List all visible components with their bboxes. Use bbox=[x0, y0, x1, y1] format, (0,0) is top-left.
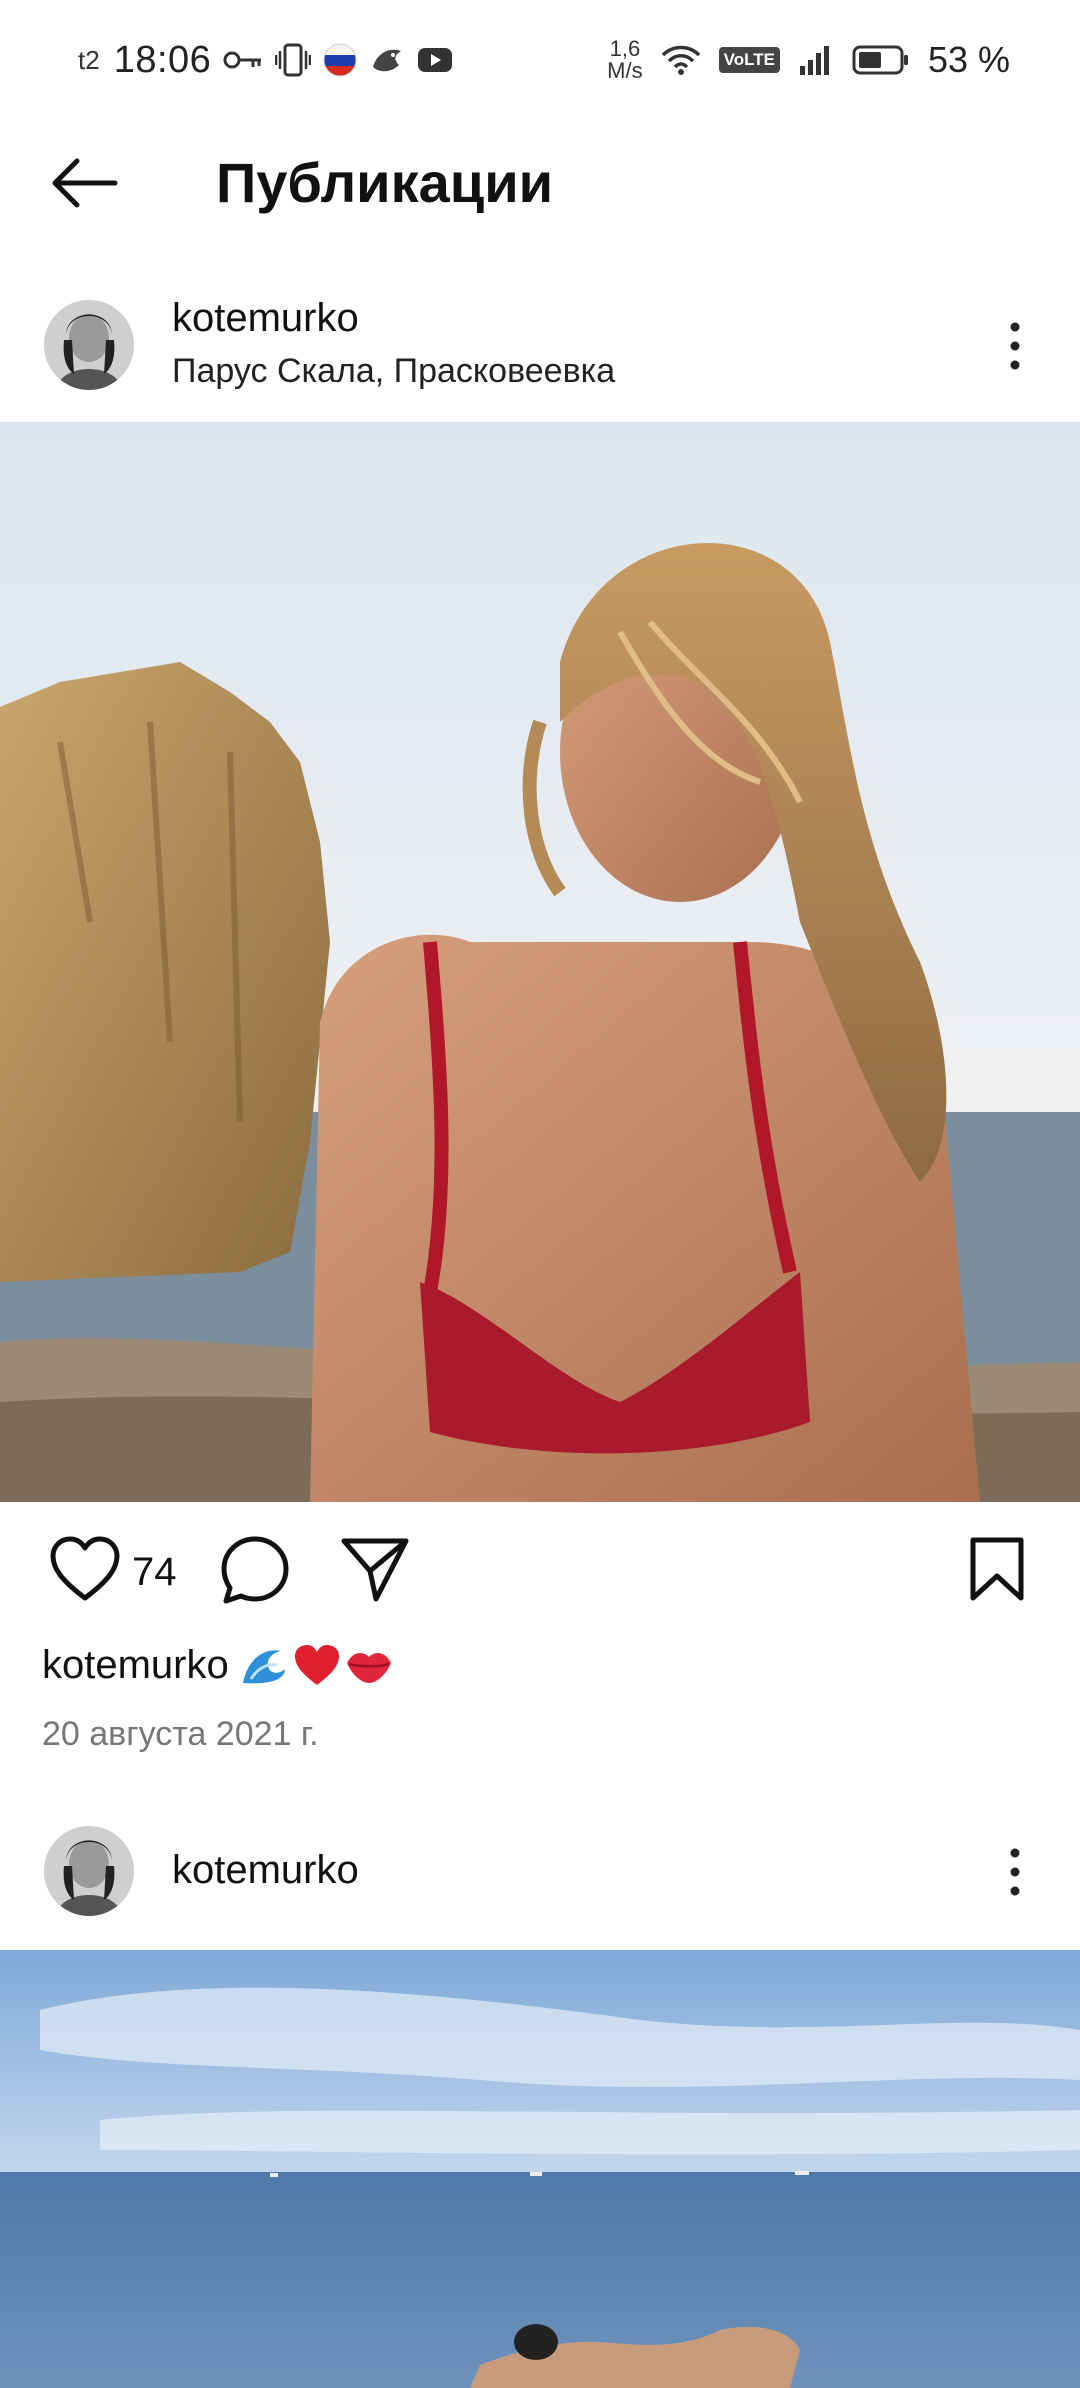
post-caption: kotemurko bbox=[42, 1640, 393, 1690]
post-header: kotemurko bbox=[0, 1814, 1080, 1930]
status-bar: t2 18:06 1,6 M/s VoLTE 53 % bbox=[0, 0, 1080, 120]
wave-emoji bbox=[242, 1650, 285, 1684]
share-button[interactable] bbox=[338, 1532, 412, 1606]
battery-icon bbox=[852, 44, 910, 76]
carrier-label: t2 bbox=[78, 44, 100, 75]
instagram-posts-screen: t2 18:06 1,6 M/s VoLTE 53 % Публикации k… bbox=[0, 0, 1080, 2388]
like-count[interactable]: 74 bbox=[132, 1550, 177, 1594]
more-vertical-icon bbox=[1010, 322, 1020, 370]
page-title: Публикации bbox=[216, 151, 554, 214]
post-photo[interactable] bbox=[0, 422, 1080, 1502]
post-username[interactable]: kotemurko bbox=[172, 1846, 359, 1894]
app-icon bbox=[369, 43, 405, 77]
youtube-icon bbox=[417, 46, 453, 74]
post-location[interactable]: Парус Скала, Прасковеевка bbox=[172, 350, 615, 392]
signal-icon bbox=[798, 44, 834, 76]
comment-button[interactable] bbox=[218, 1534, 292, 1606]
wifi-icon bbox=[661, 44, 701, 76]
heart-icon bbox=[50, 1536, 120, 1601]
network-speed: 1,6 M/s bbox=[607, 36, 643, 83]
battery-percentage: 53 % bbox=[927, 39, 1010, 80]
more-options-button[interactable] bbox=[990, 1832, 1040, 1912]
arrow-left-icon bbox=[52, 158, 118, 208]
send-icon bbox=[341, 1538, 409, 1602]
app-header: Публикации bbox=[0, 120, 1080, 246]
more-options-button[interactable] bbox=[990, 306, 1040, 386]
vibrate-icon bbox=[275, 43, 312, 77]
caption-emojis bbox=[241, 1643, 393, 1687]
comment-icon bbox=[221, 1536, 289, 1604]
post-date: 20 августа 2021 г. bbox=[42, 1715, 319, 1753]
like-button[interactable] bbox=[48, 1534, 122, 1604]
post-header: kotemurko Парус Скала, Прасковеевка bbox=[0, 288, 1080, 404]
volte-badge: VoLTE bbox=[718, 47, 780, 73]
status-time: 18:06 bbox=[113, 38, 212, 81]
russia-flag-icon bbox=[323, 43, 357, 77]
bookmark-icon bbox=[970, 1537, 1024, 1601]
kiss-lips-emoji bbox=[346, 1653, 391, 1683]
red-heart-emoji bbox=[294, 1645, 339, 1685]
avatar[interactable] bbox=[44, 300, 134, 390]
avatar[interactable] bbox=[44, 1826, 134, 1916]
key-icon bbox=[223, 47, 263, 73]
post-username[interactable]: kotemurko bbox=[172, 294, 359, 342]
post-photo[interactable] bbox=[0, 1950, 1080, 2388]
save-button[interactable] bbox=[962, 1532, 1032, 1606]
more-vertical-icon bbox=[1010, 1848, 1020, 1896]
caption-username[interactable]: kotemurko bbox=[42, 1640, 229, 1690]
back-button[interactable] bbox=[44, 148, 124, 218]
